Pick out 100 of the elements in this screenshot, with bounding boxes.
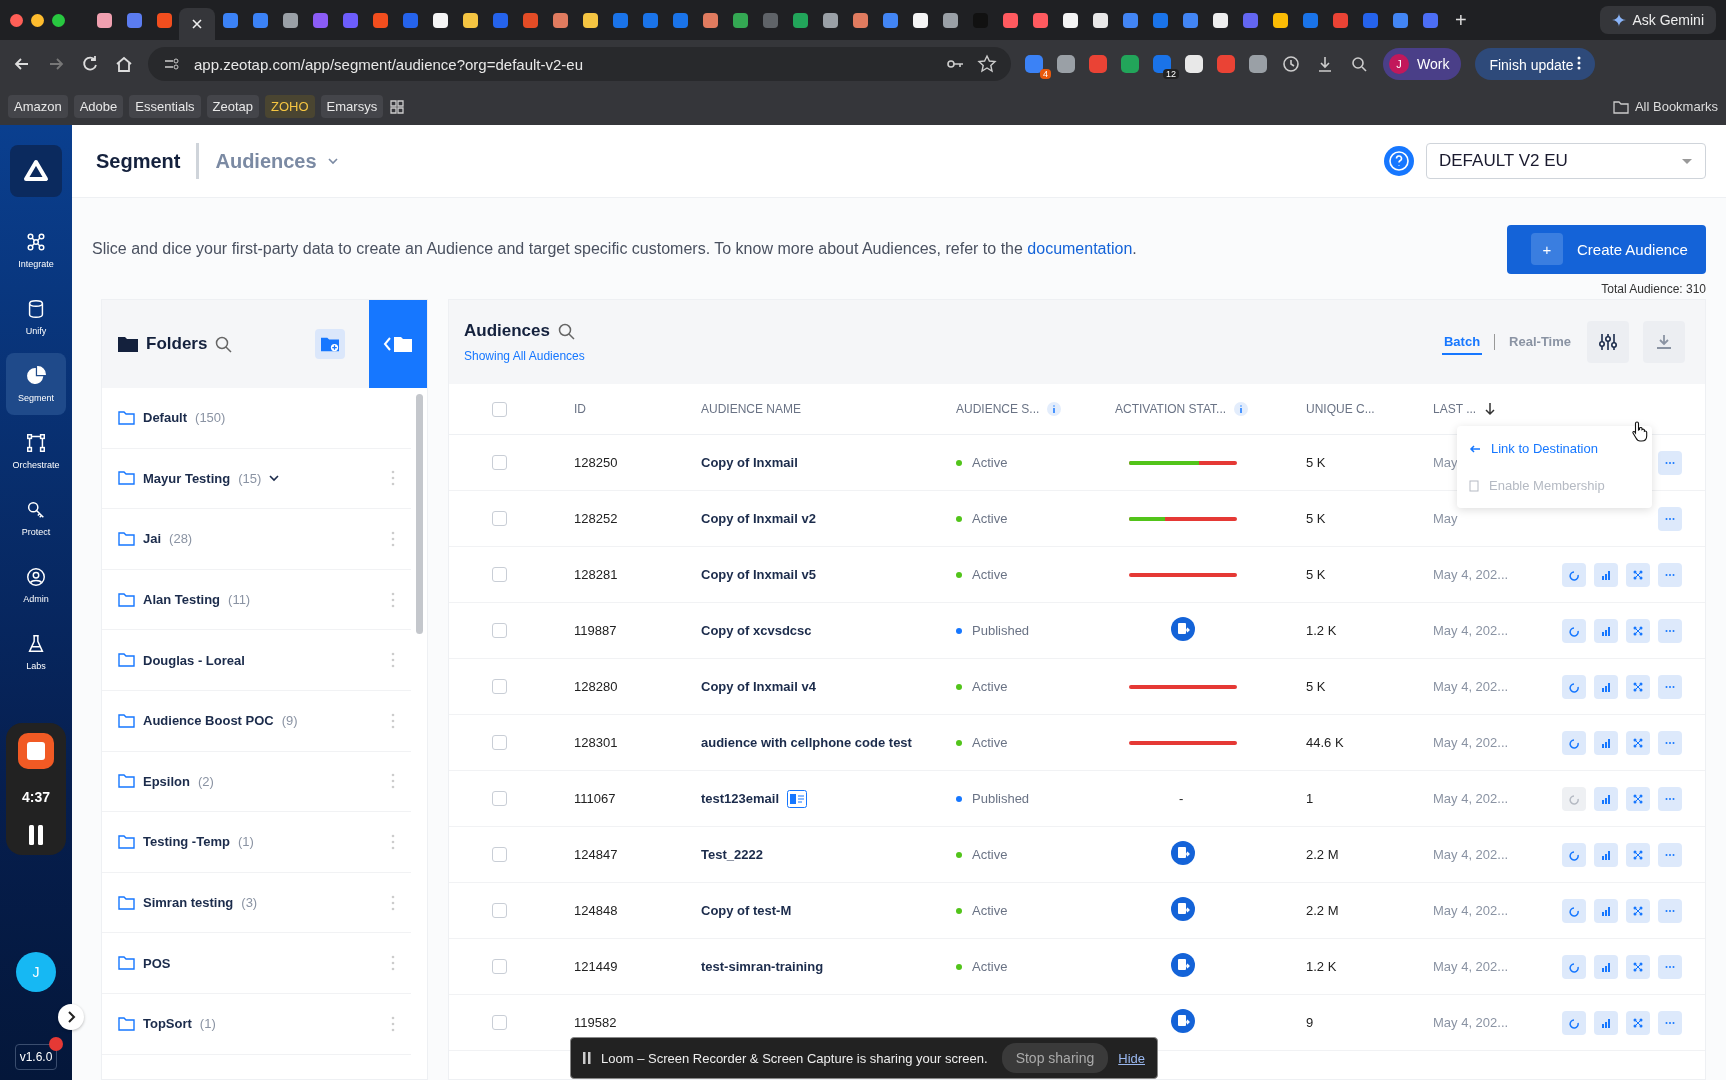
nav-item[interactable]: Unify: [6, 286, 66, 348]
home-icon[interactable]: [114, 54, 134, 74]
destination-icon[interactable]: [1171, 953, 1195, 977]
extension-icon[interactable]: [1249, 55, 1267, 73]
chevron-down-icon[interactable]: [269, 474, 280, 482]
address-bar[interactable]: app.zeotap.com/app/segment/audience?org=default-v2-eu: [148, 47, 1011, 81]
chart-icon[interactable]: [1594, 898, 1618, 923]
row-checkbox[interactable]: [492, 511, 507, 526]
column-header[interactable]: ID: [574, 402, 586, 416]
network-icon[interactable]: [1626, 786, 1650, 811]
folder-item[interactable]: Default (150): [102, 388, 411, 449]
column-header[interactable]: AUDIENCE NAME: [701, 402, 801, 416]
row-checkbox[interactable]: [492, 847, 507, 862]
mode-tab[interactable]: Batch: [1441, 329, 1483, 355]
folder-item[interactable]: Mayur Testing (15): [102, 448, 411, 510]
folder-item[interactable]: Alan Testing (11): [102, 569, 411, 631]
audience-name[interactable]: Copy of Inxmail v2: [701, 511, 816, 526]
row-checkbox[interactable]: [492, 623, 507, 638]
nav-item[interactable]: Integrate: [6, 219, 66, 281]
profile-button[interactable]: J Work: [1383, 48, 1462, 80]
refresh-icon[interactable]: [1562, 730, 1586, 755]
audience-name[interactable]: Copy of Inxmail v4: [701, 679, 816, 694]
kebab-menu-icon[interactable]: [1577, 55, 1582, 70]
pause-icon[interactable]: [583, 1052, 591, 1064]
chart-icon[interactable]: [1594, 842, 1618, 867]
search-icon[interactable]: [1349, 54, 1369, 74]
refresh-icon[interactable]: [1562, 562, 1586, 587]
collapse-folders-button[interactable]: [369, 300, 427, 388]
new-tab-button[interactable]: +: [1455, 8, 1467, 32]
destination-icon[interactable]: [1171, 841, 1195, 865]
organization-dropdown[interactable]: DEFAULT V2 EU: [1426, 143, 1706, 179]
folder-item[interactable]: Epsilon (2): [102, 751, 411, 813]
create-audience-button[interactable]: + Create Audience: [1507, 224, 1706, 274]
finish-update-button[interactable]: Finish update: [1475, 48, 1596, 80]
audience-name[interactable]: test123email: [701, 791, 780, 806]
add-folder-button[interactable]: [315, 329, 345, 359]
info-icon[interactable]: [1234, 402, 1249, 416]
menu-item[interactable]: Link to Destination: [1457, 430, 1652, 467]
nav-item[interactable]: Orchestrate: [6, 420, 66, 482]
hide-link[interactable]: Hide: [1118, 1050, 1145, 1066]
network-icon[interactable]: [1626, 1010, 1650, 1035]
download-button[interactable]: [1643, 321, 1685, 363]
network-icon[interactable]: [1626, 618, 1650, 643]
destination-icon[interactable]: [1171, 617, 1195, 641]
bookmark[interactable]: ZOHO: [265, 95, 315, 118]
audience-name[interactable]: Copy of test-M: [701, 903, 792, 918]
stop-sharing-button[interactable]: Stop sharing: [1001, 1043, 1109, 1073]
network-icon[interactable]: [1626, 730, 1650, 755]
chart-icon[interactable]: [1594, 674, 1618, 699]
network-icon[interactable]: [1626, 842, 1650, 867]
bookmark[interactable]: Emarsys: [320, 95, 384, 118]
ask-gemini-button[interactable]: Ask Gemini: [1600, 6, 1716, 34]
network-icon[interactable]: [1626, 562, 1650, 587]
column-header[interactable]: LAST ...: [1433, 402, 1477, 416]
bookmark[interactable]: Zeotap: [206, 95, 260, 118]
search-icon[interactable]: [215, 335, 233, 353]
chart-icon[interactable]: [1594, 1010, 1618, 1035]
nav-item[interactable]: Admin: [6, 554, 66, 616]
chart-icon[interactable]: [1594, 618, 1618, 643]
logo-icon[interactable]: [10, 145, 62, 197]
close-icon[interactable]: [191, 18, 203, 30]
section-dropdown[interactable]: Audiences: [215, 149, 339, 173]
info-icon[interactable]: [1047, 402, 1062, 416]
folder-item[interactable]: Jai (28): [102, 509, 411, 570]
chart-icon[interactable]: [1594, 786, 1618, 811]
row-checkbox[interactable]: [492, 1015, 507, 1030]
window-close-button[interactable]: [10, 13, 23, 27]
column-header[interactable]: AUDIENCE S...: [956, 402, 1040, 416]
row-checkbox[interactable]: [492, 679, 507, 694]
folder-item[interactable]: Testing -Temp (1): [102, 812, 411, 873]
row-checkbox[interactable]: [492, 791, 507, 806]
bookmark[interactable]: Amazon: [8, 95, 68, 118]
bookmark[interactable]: Essentials: [129, 95, 201, 118]
nav-item[interactable]: Segment: [6, 353, 66, 415]
destination-icon[interactable]: [1171, 1009, 1195, 1033]
audience-name[interactable]: Copy of xcvsdcsc: [701, 623, 812, 638]
chart-icon[interactable]: [1594, 730, 1618, 755]
audience-name[interactable]: test-simran-training: [701, 959, 824, 974]
refresh-icon[interactable]: [1562, 842, 1586, 867]
destination-icon[interactable]: [1171, 897, 1195, 921]
all-bookmarks[interactable]: All Bookmarks: [1612, 99, 1718, 114]
browser-tab[interactable]: [179, 8, 215, 40]
audience-name[interactable]: Test_2222: [701, 847, 763, 862]
folder-item[interactable]: TopSort (1): [102, 993, 411, 1055]
window-minimize-button[interactable]: [31, 13, 44, 27]
refresh-icon[interactable]: [1562, 618, 1586, 643]
history-icon[interactable]: [1281, 54, 1301, 74]
audience-name[interactable]: Copy of Inxmail v5: [701, 567, 816, 582]
window-zoom-button[interactable]: [52, 13, 65, 27]
network-icon[interactable]: [1626, 674, 1650, 699]
extension-icon[interactable]: [1057, 55, 1075, 73]
nav-item[interactable]: Protect: [6, 487, 66, 549]
pause-icon[interactable]: [28, 825, 44, 845]
folder-item[interactable]: Audience Boost POC (9): [102, 690, 411, 752]
row-checkbox[interactable]: [492, 455, 507, 470]
chart-icon[interactable]: [1594, 954, 1618, 979]
help-icon[interactable]: [1384, 146, 1414, 176]
column-header[interactable]: UNIQUE C...: [1306, 402, 1375, 416]
expand-button[interactable]: [58, 1004, 84, 1030]
row-checkbox[interactable]: [492, 959, 507, 974]
